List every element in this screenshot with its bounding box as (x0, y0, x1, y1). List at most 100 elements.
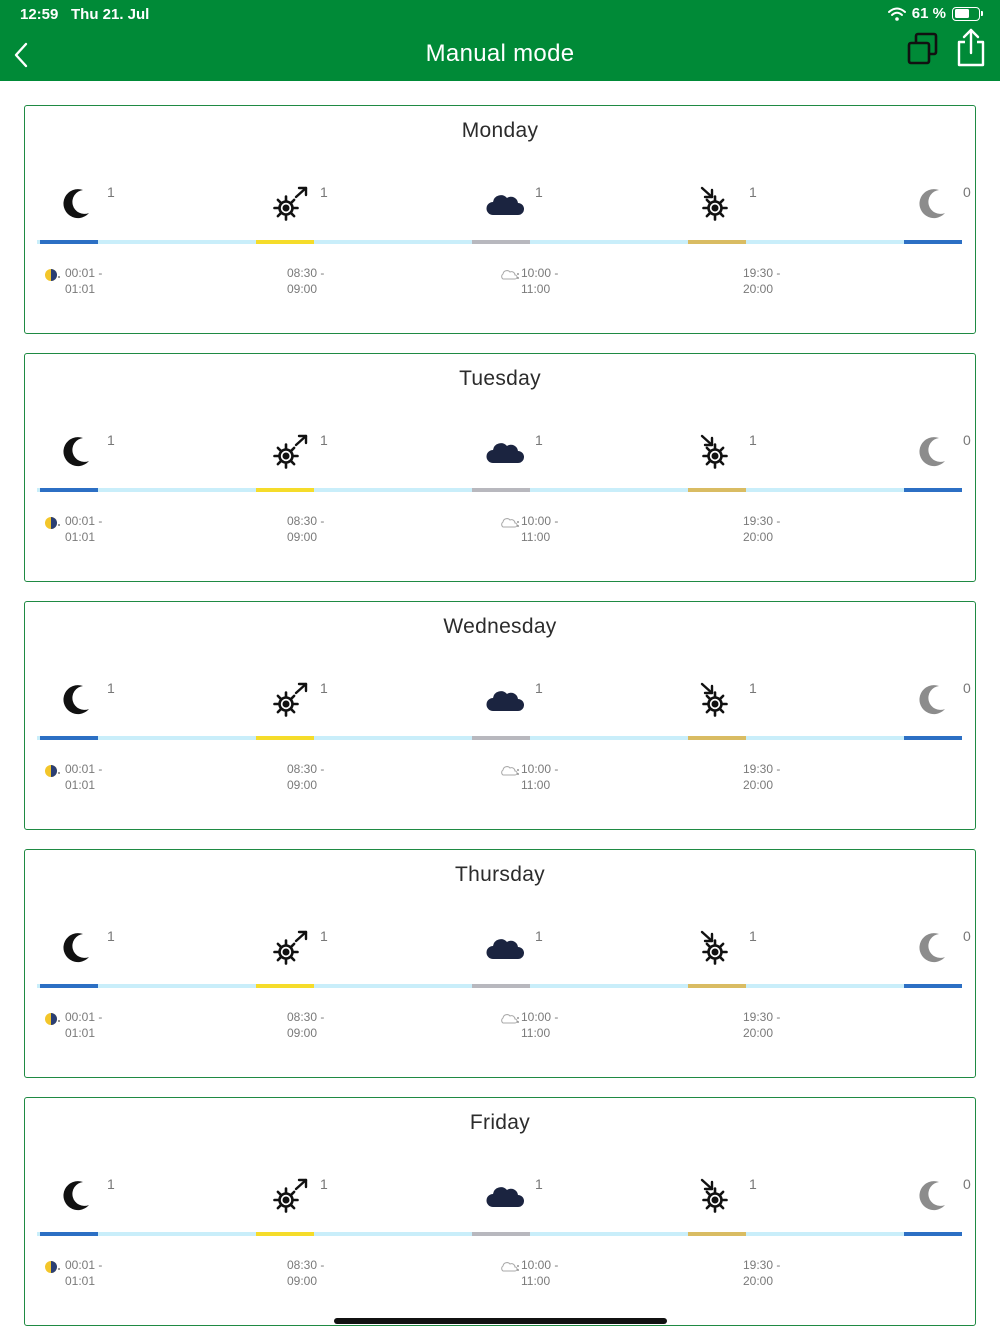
phase-count: 1 (107, 1176, 115, 1192)
timeline-segment-sunset (688, 736, 746, 740)
phase-segment[interactable]: 1 (483, 680, 543, 719)
phase-segment[interactable]: 0 (911, 432, 971, 471)
phase-segment[interactable]: 1 (268, 184, 328, 223)
time-range: 00:01 - 01:01 (65, 1009, 102, 1041)
phase-segment[interactable]: 1 (55, 1176, 115, 1215)
phase-count: 0 (963, 184, 971, 200)
time-end: 09:00 (287, 1274, 318, 1288)
phase-count: 1 (107, 432, 115, 448)
day-card-friday[interactable]: Friday 1 1 1 1 0 00:01 - 01:01 08:30 - 09:00 10:00… (24, 1097, 976, 1326)
time-end: 01:01 (65, 282, 96, 296)
phase-segment[interactable]: 1 (697, 1176, 757, 1215)
phase-count: 0 (963, 928, 971, 944)
time-icon (500, 764, 520, 778)
timeline-segment-night (904, 1232, 962, 1236)
timeline-segment-cloud (472, 1232, 530, 1236)
phase-count: 1 (320, 928, 328, 944)
header-bar: 12:59 Thu 21. Jul 61 % Manual mode (0, 0, 1000, 81)
moon-icon (55, 185, 99, 223)
time-range: 10:00 - 11:00 (521, 761, 558, 793)
time-start: 10:00 - (521, 266, 559, 280)
moon-icon (55, 1177, 99, 1215)
timeline-segment-night (904, 240, 962, 244)
time-start: 10:00 - (521, 514, 559, 528)
phase-count: 1 (320, 184, 328, 200)
phase-segment[interactable]: 1 (483, 432, 543, 471)
day-card-tuesday[interactable]: Tuesday 1 1 1 1 0 00:01 - 01:01 08:30 - 09:00 10:0… (24, 353, 976, 582)
phase-segment[interactable]: 1 (483, 928, 543, 967)
time-range: 00:01 - 01:01 (65, 513, 102, 545)
timeline-segment-night (904, 488, 962, 492)
time-start: 10:00 - (521, 1010, 559, 1024)
time-end: 11:00 (521, 530, 551, 544)
time-start: 10:00 - (521, 1258, 559, 1272)
day-card-monday[interactable]: Monday 1 1 1 1 0 00:01 - 01:01 08:30 - 09:00 10:00… (24, 105, 976, 334)
phase-segment[interactable]: 1 (697, 680, 757, 719)
phase-segment[interactable]: 1 (268, 680, 328, 719)
timeline-segment-sunrise (256, 488, 314, 492)
time-icon (45, 268, 65, 282)
small-cloud-icon (501, 270, 519, 280)
timeline-track (37, 736, 962, 740)
day-title: Thursday (455, 863, 545, 886)
phase-segment[interactable]: 1 (55, 680, 115, 719)
status-time: 12:59 (20, 6, 59, 23)
timeline-segment-sunrise (256, 1232, 314, 1236)
time-start: 00:01 - (65, 266, 103, 280)
time-icon (500, 1260, 520, 1274)
day-card-wednesday[interactable]: Wednesday 1 1 1 1 0 00:01 - 01:01 08:30 - 09:00 10… (24, 601, 976, 830)
timeline-segment-sunrise (256, 736, 314, 740)
sun-rising-icon (268, 433, 312, 471)
phase-segment[interactable]: 1 (55, 184, 115, 223)
sun-rising-icon (268, 1177, 312, 1215)
copy-button[interactable] (904, 30, 942, 68)
timeline-segment-night (904, 984, 962, 988)
phase-segment[interactable]: 1 (55, 928, 115, 967)
phase-segment[interactable]: 1 (483, 1176, 543, 1215)
time-icon (500, 516, 520, 530)
day-card-thursday[interactable]: Thursday 1 1 1 1 0 00:01 - 01:01 08:30 - 09:00 10:… (24, 849, 976, 1078)
small-cloud-icon (501, 766, 519, 776)
time-end: 01:01 (65, 1274, 96, 1288)
time-range: 10:00 - 11:00 (521, 265, 558, 297)
phase-segment[interactable]: 0 (911, 1176, 971, 1215)
status-indicators: 61 % (887, 5, 983, 22)
sun-rising-icon (268, 185, 312, 223)
phase-segment[interactable]: 1 (697, 184, 757, 223)
time-end: 01:01 (65, 1026, 96, 1040)
phase-segment[interactable]: 1 (697, 928, 757, 967)
time-icon (45, 764, 65, 778)
half-moon-sun-icon (45, 1261, 60, 1273)
status-date: Thu 21. Jul (71, 6, 150, 23)
phase-segment[interactable]: 1 (697, 432, 757, 471)
time-range: 10:00 - 11:00 (521, 513, 558, 545)
time-end: 09:00 (287, 778, 318, 792)
time-range: 08:30 - 09:00 (287, 513, 324, 545)
phase-segment[interactable]: 0 (911, 928, 971, 967)
time-start: 19:30 - (743, 514, 781, 528)
time-range: 00:01 - 01:01 (65, 1257, 102, 1289)
small-cloud-icon (501, 518, 519, 528)
sun-rising-icon (268, 929, 312, 967)
phase-segment[interactable]: 1 (268, 928, 328, 967)
time-end: 20:00 (743, 530, 774, 544)
phase-count: 1 (749, 432, 757, 448)
time-range: 08:30 - 09:00 (287, 761, 324, 793)
moon-icon (55, 433, 99, 471)
phase-segment[interactable]: 0 (911, 184, 971, 223)
phase-segment[interactable]: 0 (911, 680, 971, 719)
phase-segment[interactable]: 1 (483, 184, 543, 223)
time-start: 19:30 - (743, 1258, 781, 1272)
moon-inactive-icon (911, 433, 955, 471)
phase-segment[interactable]: 1 (268, 1176, 328, 1215)
cloud-icon (483, 1177, 527, 1215)
phase-segment[interactable]: 1 (268, 432, 328, 471)
time-range: 08:30 - 09:00 (287, 1009, 324, 1041)
share-button[interactable] (954, 27, 988, 69)
phase-count: 1 (107, 184, 115, 200)
time-start: 00:01 - (65, 514, 103, 528)
half-moon-sun-icon (45, 269, 60, 281)
cloud-icon (483, 681, 527, 719)
cloud-icon (483, 929, 527, 967)
phase-segment[interactable]: 1 (55, 432, 115, 471)
